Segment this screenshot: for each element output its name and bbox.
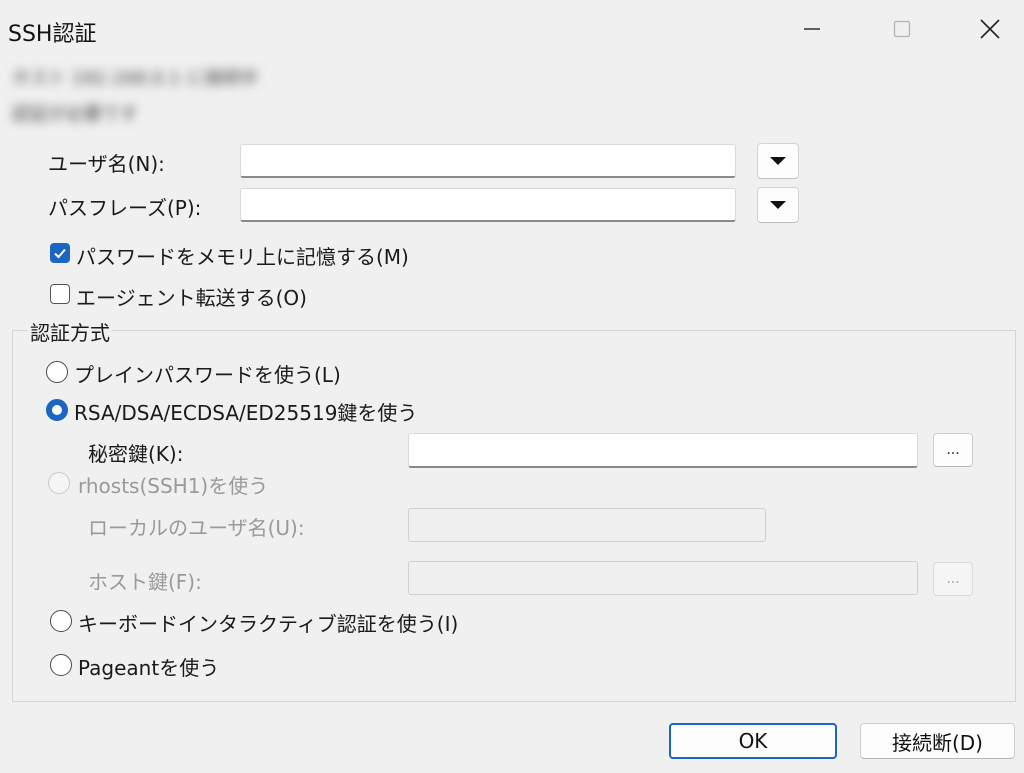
minimize-icon (804, 28, 820, 30)
caret-down-icon (770, 201, 786, 209)
pageant-label[interactable]: Pageantを使う (78, 652, 219, 681)
connection-info-line-1: ホスト 192.168.0.1 に接続中 (12, 68, 259, 89)
private-key-input[interactable] (408, 433, 918, 468)
title-bar: SSH認証 (0, 0, 1024, 58)
caret-down-icon (770, 157, 786, 165)
connection-info-line-2: 認証が必要です (12, 104, 138, 125)
host-key-browse-button[interactable]: ... (933, 562, 973, 596)
host-key-label: ホスト鍵(F): (88, 570, 202, 594)
username-history-button[interactable] (757, 143, 799, 179)
username-input[interactable] (240, 144, 736, 178)
username-label: ユーザ名(N): (48, 152, 165, 176)
agent-forward-label[interactable]: エージェント転送する(O) (76, 282, 307, 311)
pageant-radio[interactable] (50, 654, 72, 676)
plain-password-radio[interactable] (46, 361, 68, 383)
public-key-label[interactable]: RSA/DSA/ECDSA/ED25519鍵を使う (74, 397, 417, 426)
rhosts-label: rhosts(SSH1)を使う (78, 474, 269, 498)
passphrase-input[interactable] (240, 188, 736, 222)
rhosts-radio[interactable] (48, 472, 70, 494)
minimize-button[interactable] (768, 0, 856, 58)
checkmark-icon (54, 248, 66, 259)
keyboard-interactive-radio[interactable] (50, 610, 72, 632)
disconnect-button[interactable]: 接続断(D) (860, 723, 1015, 759)
close-icon (980, 19, 1000, 39)
maximize-icon (893, 20, 911, 38)
agent-forward-checkbox[interactable] (50, 284, 70, 304)
private-key-label: 秘密鍵(K): (88, 442, 184, 466)
maximize-button[interactable] (858, 0, 946, 58)
window-title: SSH認証 (8, 22, 97, 47)
ssh-auth-dialog: SSH認証 ホスト 192.168.0.1 に接続中 認証が必要です ユーザ名(… (0, 0, 1024, 773)
close-button[interactable] (946, 0, 1024, 58)
ok-button[interactable]: OK (669, 723, 837, 759)
keyboard-interactive-label[interactable]: キーボードインタラクティブ認証を使う(I) (78, 608, 458, 637)
private-key-browse-button[interactable]: ... (933, 433, 973, 467)
remember-password-label[interactable]: パスワードをメモリ上に記憶する(M) (76, 241, 409, 270)
remember-password-checkbox[interactable] (50, 243, 70, 263)
local-user-label: ローカルのユーザ名(U): (88, 516, 305, 540)
public-key-radio[interactable] (46, 399, 68, 421)
plain-password-label[interactable]: プレインパスワードを使う(L) (74, 359, 341, 388)
passphrase-label: パスフレーズ(P): (48, 196, 202, 220)
auth-method-group-title: 認証方式 (28, 317, 112, 346)
host-key-input[interactable] (408, 561, 918, 595)
passphrase-history-button[interactable] (757, 187, 799, 223)
local-user-input[interactable] (408, 508, 766, 542)
